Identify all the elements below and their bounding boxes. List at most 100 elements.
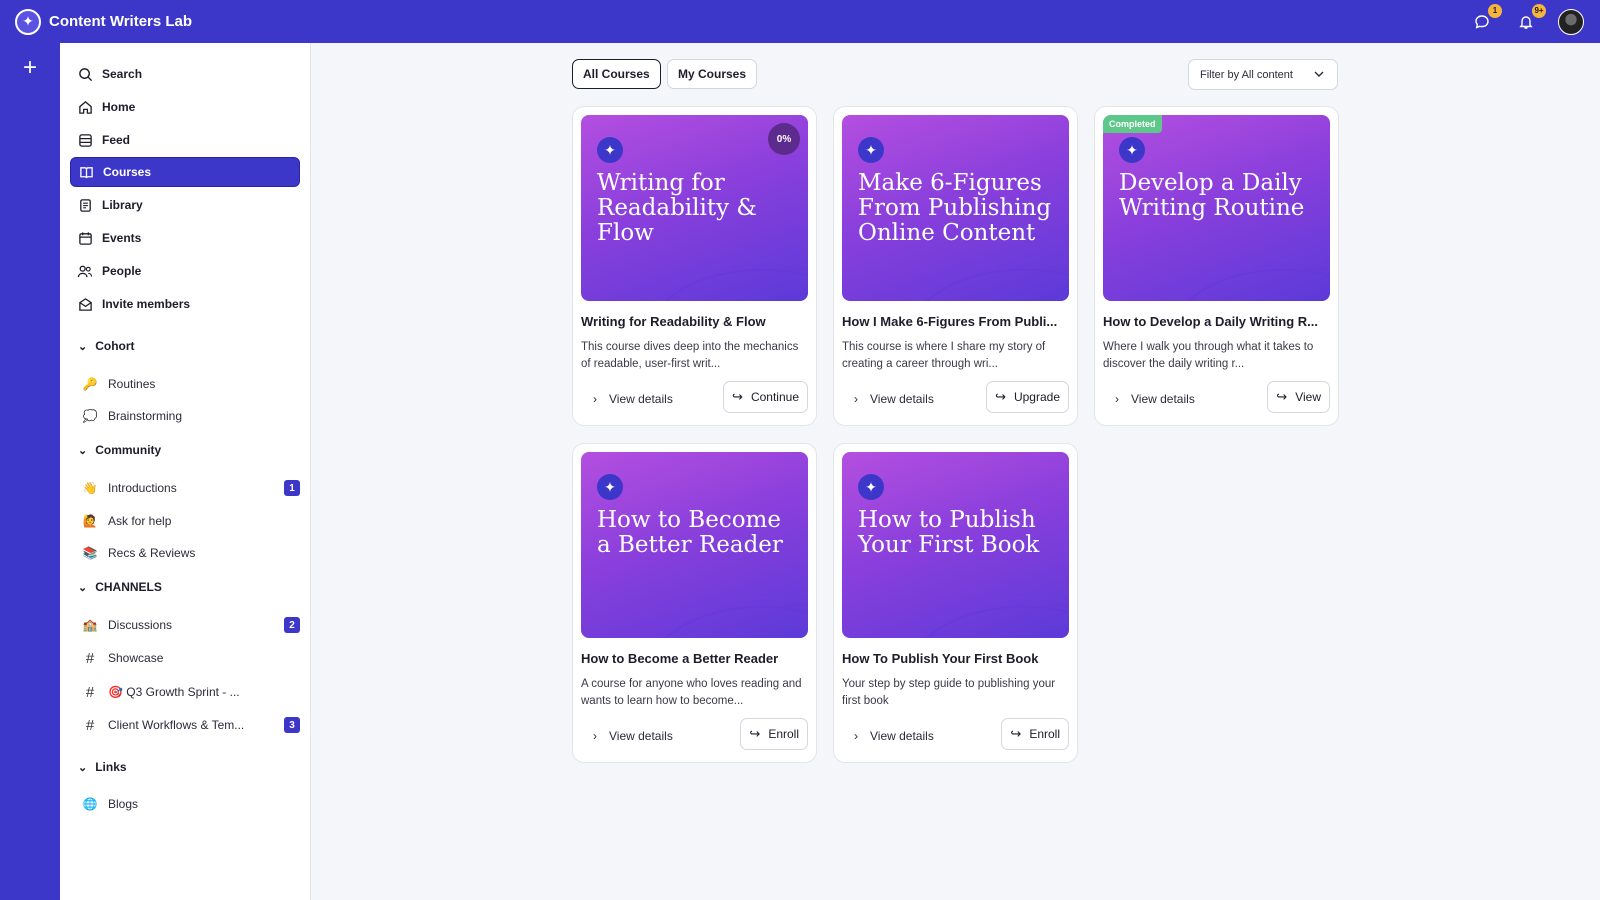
course-title: How I Make 6-Figures From Publi...: [842, 314, 1058, 329]
course-description: Where I walk you through what it takes t…: [1103, 341, 1314, 370]
hash-icon: #: [85, 649, 95, 667]
user-avatar[interactable]: [1558, 8, 1584, 35]
course-card[interactable]: Completed ✦ Develop a Daily Writing Rout…: [1094, 106, 1339, 426]
thumbnail-title: Writing for Readability & Flow: [597, 170, 757, 246]
sparkle-icon: ✦: [597, 474, 623, 500]
enroll-button[interactable]: ↪ Enroll: [1001, 718, 1069, 750]
course-description: Your step by step guide to publishing yo…: [842, 678, 1056, 707]
envelope-icon: [76, 295, 94, 313]
tab-all-courses[interactable]: All Courses: [572, 59, 661, 89]
completed-badge: Completed: [1103, 115, 1162, 133]
people-icon: [76, 262, 94, 280]
course-title: Writing for Readability & Flow: [581, 314, 766, 329]
course-thumbnail[interactable]: ✦ How to Become a Better Reader: [581, 452, 808, 638]
thumbnail-title: Develop a Daily Writing Routine: [1119, 170, 1305, 221]
add-community-button[interactable]: +: [18, 56, 42, 81]
sidebar-item-client-workflows[interactable]: # Client Workflows & Tem... 3: [82, 713, 300, 737]
feed-icon: [76, 131, 94, 149]
app-logo-icon[interactable]: ✦: [15, 8, 41, 35]
sidebar-item-ask-for-help[interactable]: 🙋 Ask for help: [82, 509, 300, 533]
course-thumbnail[interactable]: ✦ Writing for Readability & Flow 0%: [581, 115, 808, 301]
course-card[interactable]: ✦ Make 6-Figures From Publishing Online …: [833, 106, 1078, 426]
section-cohort[interactable]: ⌄ Cohort: [78, 339, 135, 353]
course-description: This course is where I share my story of…: [842, 341, 1046, 370]
sidebar-item-label: Courses: [103, 165, 152, 179]
chevron-right-icon: ›: [854, 729, 858, 743]
course-description: A course for anyone who loves reading an…: [581, 678, 802, 707]
sidebar-item-discussions[interactable]: 🏫 Discussions 2: [82, 613, 300, 637]
view-details-link[interactable]: › View details: [854, 726, 934, 746]
course-card[interactable]: ✦ Writing for Readability & Flow 0% Writ…: [572, 106, 817, 426]
notification-badge: 9+: [1532, 3, 1546, 18]
chevron-down-icon: ⌄: [78, 581, 88, 594]
arrow-forward-icon: ↪: [995, 389, 1006, 404]
sidebar-item-people[interactable]: People: [70, 256, 300, 286]
sparkle-icon: ✦: [1119, 137, 1145, 163]
arrow-forward-icon: ↪: [1010, 726, 1022, 741]
sidebar-item-invite-members[interactable]: Invite members: [70, 289, 300, 319]
sidebar-item-showcase[interactable]: # Showcase: [82, 646, 300, 670]
sidebar-item-events[interactable]: Events: [70, 223, 300, 253]
sidebar-item-label: People: [102, 264, 142, 278]
left-rail: +: [0, 43, 60, 900]
sidebar-item-label: Search: [102, 67, 143, 81]
bell-icon[interactable]: 9+: [1516, 3, 1546, 32]
arrow-forward-icon: ↪: [749, 726, 761, 741]
sidebar-item-q3-growth-sprint[interactable]: # 🎯 Q3 Growth Sprint - ...: [82, 680, 300, 704]
view-button[interactable]: ↪ View: [1267, 381, 1330, 413]
chevron-down-icon: ⌄: [78, 340, 88, 353]
key-icon: 🔑: [82, 377, 98, 391]
chevron-down-icon: ⌄: [78, 444, 88, 457]
chat-icon[interactable]: 1: [1472, 3, 1502, 32]
sidebar-item-home[interactable]: Home: [70, 92, 300, 122]
course-card[interactable]: ✦ How to Become a Better Reader How to B…: [572, 443, 817, 763]
sidebar-item-library[interactable]: Library: [70, 190, 300, 220]
upgrade-button[interactable]: ↪ Upgrade: [986, 381, 1069, 413]
view-details-link[interactable]: › View details: [593, 389, 673, 409]
section-community[interactable]: ⌄ Community: [78, 443, 161, 457]
books-icon: 📚: [82, 546, 98, 560]
course-card[interactable]: ✦ How to Publish Your First Book How To …: [833, 443, 1078, 763]
sidebar-item-introductions[interactable]: 👋 Introductions 1: [82, 476, 300, 500]
course-thumbnail[interactable]: ✦ Make 6-Figures From Publishing Online …: [842, 115, 1069, 301]
sparkle-icon: ✦: [597, 137, 623, 163]
course-title: How to Become a Better Reader: [581, 651, 779, 666]
app-title: Content Writers Lab: [49, 13, 193, 30]
arrow-forward-icon: ↪: [732, 389, 743, 404]
course-thumbnail[interactable]: Completed ✦ Develop a Daily Writing Rout…: [1103, 115, 1330, 301]
sidebar-item-search[interactable]: Search: [70, 59, 300, 89]
sidebar-item-label: Feed: [102, 133, 131, 147]
book-icon: [77, 163, 95, 181]
sidebar-item-recs-reviews[interactable]: 📚 Recs & Reviews: [82, 541, 300, 565]
calendar-icon: [76, 229, 94, 247]
chevron-right-icon: ›: [854, 392, 858, 406]
course-thumbnail[interactable]: ✦ How to Publish Your First Book: [842, 452, 1069, 638]
enroll-button[interactable]: ↪ Enroll: [740, 718, 808, 750]
section-channels[interactable]: ⌄ CHANNELS: [78, 580, 162, 594]
sidebar-item-routines[interactable]: 🔑 Routines: [82, 372, 300, 396]
home-icon: [76, 98, 94, 116]
globe-icon: 🌐: [82, 797, 98, 811]
view-details-link[interactable]: › View details: [593, 726, 673, 746]
chevron-down-icon: [1313, 68, 1325, 83]
chat-badge: 1: [1488, 3, 1502, 18]
top-bar: ✦ Content Writers Lab 1 9+: [0, 0, 1600, 43]
unread-badge: 1: [284, 480, 300, 496]
sidebar-item-feed[interactable]: Feed: [70, 125, 300, 155]
sidebar-item-label: Invite members: [102, 297, 191, 311]
sparkle-icon: ✦: [858, 474, 884, 500]
view-details-link[interactable]: › View details: [854, 389, 934, 409]
view-details-link[interactable]: › View details: [1115, 389, 1195, 409]
sidebar-item-blogs[interactable]: 🌐 Blogs: [82, 792, 300, 816]
sidebar-item-label: Home: [102, 100, 136, 114]
thought-bubble-icon: 💭: [82, 409, 98, 423]
content-filter-select[interactable]: Filter by All content: [1188, 59, 1338, 90]
tab-my-courses[interactable]: My Courses: [667, 59, 758, 89]
continue-button[interactable]: ↪ Continue: [723, 381, 808, 413]
sidebar-item-brainstorming[interactable]: 💭 Brainstorming: [82, 404, 300, 428]
unread-badge: 3: [284, 717, 300, 733]
sidebar-item-courses[interactable]: Courses: [70, 157, 300, 187]
section-links[interactable]: ⌄ Links: [78, 760, 127, 774]
course-title: How to Develop a Daily Writing R...: [1103, 314, 1319, 329]
progress-badge: 0%: [768, 123, 800, 155]
